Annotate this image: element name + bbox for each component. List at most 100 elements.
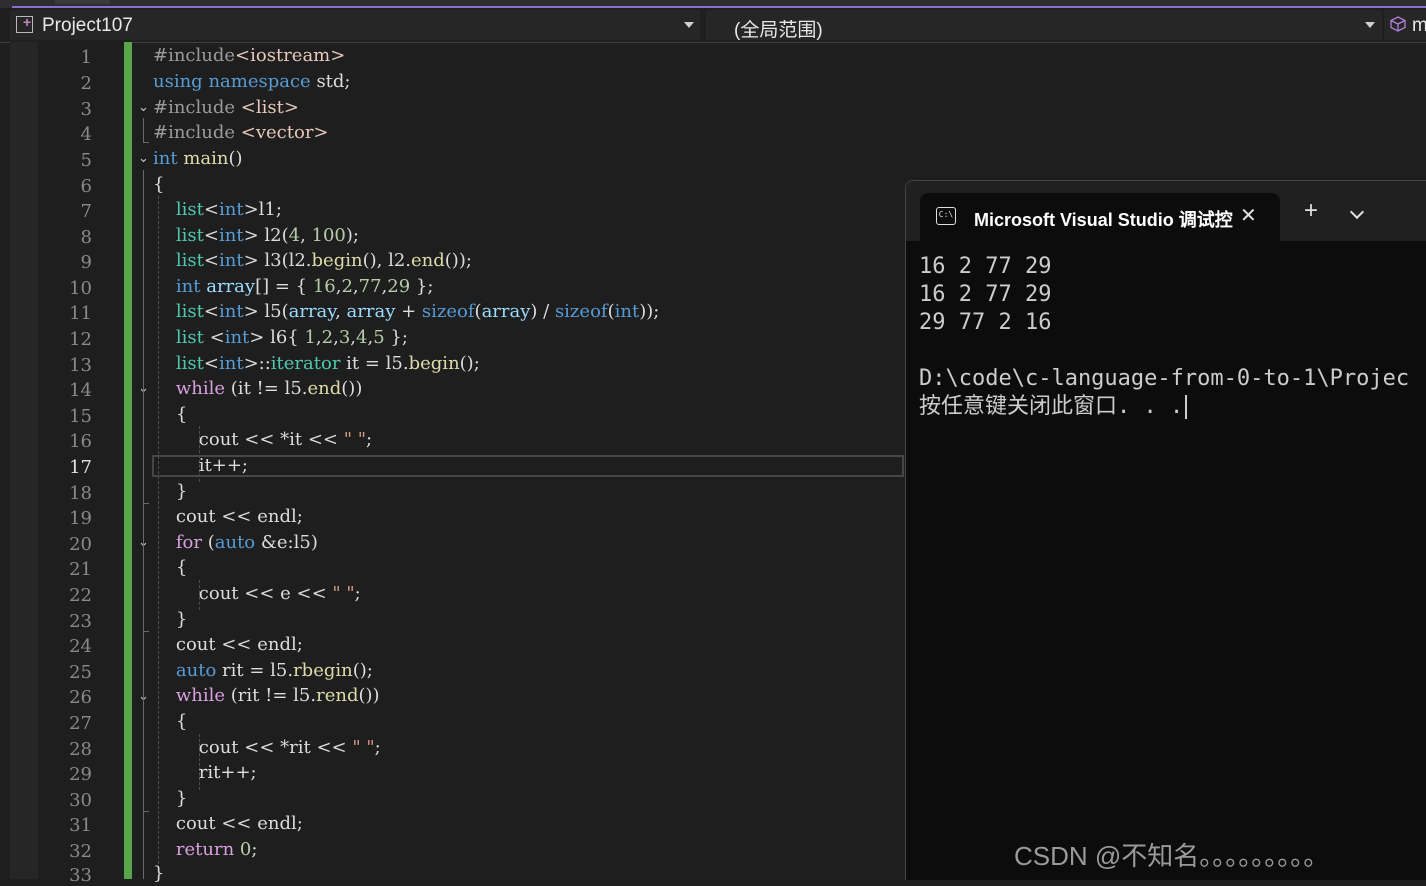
line-number: 16 — [69, 431, 92, 452]
line-number: 10 — [69, 278, 92, 299]
line-number: 25 — [69, 662, 92, 683]
line-number: 3 — [80, 99, 92, 120]
line-number: 8 — [80, 227, 92, 248]
member-label: m — [1412, 15, 1426, 36]
change-tracking-bar — [124, 42, 132, 879]
console-output-line: 16 2 77 29 — [919, 254, 1052, 279]
code-line-24: cout << endl; — [153, 634, 303, 655]
line-number: 15 — [69, 406, 92, 427]
line-number: 21 — [69, 559, 92, 580]
fold-icon[interactable]: ⌄ — [138, 150, 149, 166]
line-number: 13 — [69, 355, 92, 376]
line-number: 6 — [80, 176, 92, 197]
line-number: 23 — [69, 611, 92, 632]
line-number: 24 — [69, 636, 92, 657]
dropdown-arrow-icon — [684, 22, 694, 28]
code-line-13: list<int>::iterator it = l5.begin(); — [175, 353, 480, 374]
code-line-31: cout << endl; — [153, 813, 303, 834]
code-line-26: while (rit != l5.rend()) — [175, 685, 380, 706]
project-icon — [16, 14, 33, 33]
line-number: 29 — [69, 764, 92, 785]
code-line-27: { — [153, 711, 188, 732]
line-number: 4 — [80, 124, 92, 145]
code-line-11: list<int> l5(array, array + sizeof(array… — [175, 301, 660, 322]
fold-region-line — [143, 118, 144, 142]
line-number: 26 — [69, 687, 92, 708]
plus-icon[interactable]: + — [1304, 199, 1318, 223]
fold-icon[interactable]: ⌄ — [138, 99, 149, 115]
navigation-bar: Project107 (全局范围) m — [0, 8, 1426, 43]
indicator-margin[interactable] — [10, 42, 38, 879]
code-line-10: int array[] = { 16,2,77,29 }; — [175, 276, 434, 297]
tab-stub[interactable] — [55, 0, 110, 4]
code-line-3: #include <list> — [153, 97, 299, 118]
code-line-33: } — [153, 863, 165, 884]
code-line-1: #include<iostream> — [153, 45, 346, 66]
line-number: 5 — [80, 150, 92, 171]
console-tab[interactable]: C:\ Microsoft Visual Studio 调试控 ✕ — [920, 193, 1280, 241]
current-line-highlight — [152, 455, 904, 477]
code-line-8: list<int> l2(4, 100); — [175, 225, 359, 246]
fold-region-end — [143, 631, 149, 632]
debug-console-window[interactable]: C:\ Microsoft Visual Studio 调试控 ✕ + 16 2… — [905, 180, 1426, 880]
code-line-17: it++; — [153, 455, 248, 476]
terminal-icon: C:\ — [936, 207, 956, 225]
code-line-18: } — [153, 481, 188, 502]
line-number: 20 — [69, 534, 92, 555]
code-line-4: #include <vector> — [153, 122, 329, 143]
line-number: 28 — [69, 739, 92, 760]
text-cursor — [1185, 395, 1188, 419]
code-line-28: cout << *rit << " "; — [153, 737, 381, 758]
code-line-29: rit++; — [153, 762, 257, 783]
close-icon[interactable]: ✕ — [1240, 203, 1257, 228]
line-number: 14 — [69, 380, 92, 401]
line-number: 31 — [69, 815, 92, 836]
dropdown-arrow-icon — [1365, 22, 1375, 28]
fold-region-line — [143, 554, 144, 632]
line-number: 11 — [69, 303, 92, 324]
code-line-12: list <int> l6{ 1,2,3,4,5 }; — [175, 327, 408, 348]
cube-icon — [1390, 16, 1406, 32]
line-number: 18 — [69, 483, 92, 504]
line-number: 2 — [80, 73, 92, 94]
fold-region-line — [143, 400, 144, 504]
chevron-down-icon[interactable] — [1349, 204, 1365, 220]
code-line-22: cout << e << " "; — [153, 583, 361, 604]
console-tab-bar: C:\ Microsoft Visual Studio 调试控 ✕ + — [906, 181, 1426, 241]
line-number: 32 — [69, 841, 92, 862]
line-number: 1 — [80, 47, 92, 68]
console-prompt-text: 按任意键关闭此窗口. . . — [919, 394, 1184, 419]
line-number: 27 — [69, 713, 92, 734]
line-number: 12 — [69, 329, 92, 350]
line-number: 22 — [69, 585, 92, 606]
console-output-line: 按任意键关闭此窗口. . . — [919, 393, 1188, 421]
code-line-30: } — [153, 788, 188, 809]
line-number: 33 — [69, 865, 92, 886]
code-line-23: } — [153, 609, 188, 630]
code-line-2: using namespace std; — [153, 71, 351, 92]
member-dropdown[interactable]: m — [1384, 10, 1426, 40]
code-line-9: list<int> l3(l2.begin(), l2.end()); — [175, 250, 472, 271]
console-tab-title: Microsoft Visual Studio 调试控 — [974, 210, 1233, 230]
line-number: 19 — [69, 508, 92, 529]
fold-region-line — [143, 708, 144, 812]
line-number: 17 — [69, 457, 92, 478]
code-line-6: { — [153, 174, 165, 195]
fold-region-end — [143, 811, 149, 812]
fold-region-end — [143, 142, 149, 143]
code-line-25: auto rit = l5.rbegin(); — [175, 660, 373, 681]
code-line-32: return 0; — [175, 839, 258, 860]
line-number: 9 — [80, 252, 92, 273]
line-number: 30 — [69, 790, 92, 811]
project-dropdown[interactable]: Project107 — [10, 10, 700, 40]
code-line-19: cout << endl; — [153, 506, 303, 527]
console-output-line: 29 77 2 16 — [919, 310, 1052, 335]
code-line-20: for (auto &e:l5) — [175, 532, 318, 553]
code-line-14: while (it != l5.end()) — [175, 378, 363, 399]
project-name: Project107 — [42, 15, 133, 36]
code-line-5: int main() — [153, 148, 243, 169]
console-output-line: 16 2 77 29 — [919, 282, 1052, 307]
scope-dropdown[interactable]: (全局范围) — [706, 10, 1382, 41]
console-output-line: D:\code\c-language-from-0-to-1\Projec — [919, 366, 1410, 391]
code-line-7: list<int>l1; — [175, 199, 282, 220]
